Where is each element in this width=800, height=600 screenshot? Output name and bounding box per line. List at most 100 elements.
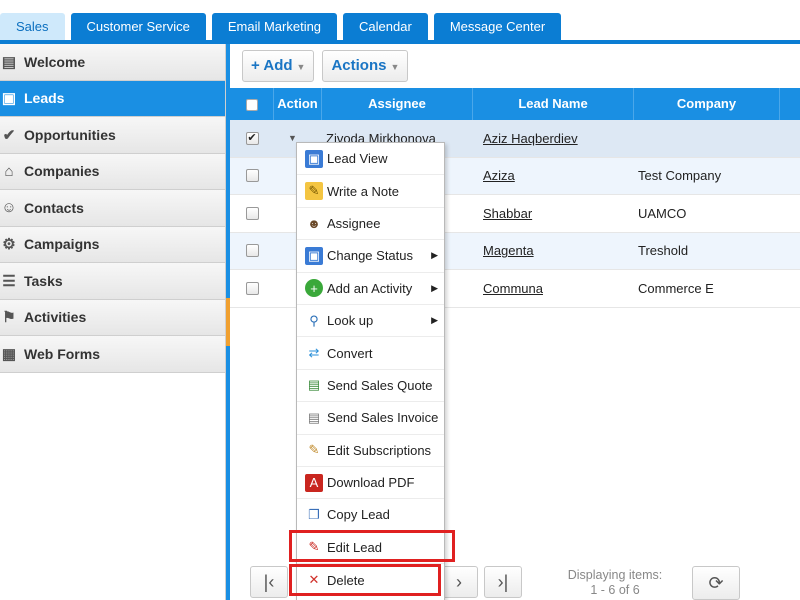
chevron-right-icon: › bbox=[456, 571, 462, 592]
edit-subscriptions-icon: ✎ bbox=[308, 442, 320, 458]
quote-icon: ▤ bbox=[307, 377, 321, 393]
company-cell bbox=[634, 120, 780, 157]
menu-item-convert[interactable]: ⇄ Convert bbox=[297, 337, 444, 370]
sidebar-item-welcome[interactable]: ▤ Welcome bbox=[0, 44, 225, 81]
menu-item-label: Copy Lead bbox=[327, 507, 390, 523]
row-checkbox[interactable] bbox=[245, 169, 259, 183]
menu-item-change-status[interactable]: ▣ Change Status ▶ bbox=[297, 240, 444, 273]
lead-name-cell: Shabbar bbox=[473, 195, 634, 232]
sidebar-item-label: Companies bbox=[24, 163, 100, 180]
magnifier-icon: ⚲ bbox=[309, 312, 319, 328]
sidebar-item-label: Campaigns bbox=[24, 236, 100, 253]
pager-info: Displaying items: 1 - 6 of 6 bbox=[560, 568, 670, 598]
sidebar-item-web-forms[interactable]: ▦ Web Forms bbox=[0, 336, 225, 373]
column-header-extra bbox=[780, 88, 800, 120]
sidebar-item-activities[interactable]: ⚑ Activities bbox=[0, 299, 225, 336]
note-icon: ✎ bbox=[305, 182, 323, 201]
row-checkbox-cell bbox=[230, 158, 274, 195]
toolbar: + Add ▼ Actions ▼ bbox=[242, 50, 409, 82]
refresh-button[interactable]: ⟳ bbox=[692, 566, 740, 600]
tab-message-center[interactable]: Message Center bbox=[433, 13, 562, 41]
column-header-company[interactable]: Company bbox=[634, 88, 780, 120]
lead-name-cell: Magenta bbox=[473, 233, 634, 270]
menu-item-label: Edit Subscriptions bbox=[327, 442, 432, 458]
sidebar-item-tasks[interactable]: ☰ Tasks bbox=[0, 263, 225, 300]
row-checkbox[interactable] bbox=[245, 244, 259, 258]
lead-name-cell: Communa bbox=[473, 270, 634, 307]
menu-item-assignee[interactable]: ☻ Assignee bbox=[297, 208, 444, 241]
menu-item-label: Lead View bbox=[327, 151, 388, 167]
delete-highlight bbox=[289, 564, 441, 596]
lead-name-link[interactable]: Communa bbox=[483, 281, 543, 296]
menu-item-download-pdf[interactable]: A Download PDF bbox=[297, 467, 444, 500]
menu-item-add-an-activity[interactable]: + Add an Activity ▶ bbox=[297, 273, 444, 305]
actions-button-label: Actions bbox=[331, 57, 387, 74]
chevron-down-icon: ▼ bbox=[390, 62, 400, 72]
lead-name-link[interactable]: Aziza bbox=[483, 168, 515, 183]
add-button[interactable]: + Add ▼ bbox=[242, 50, 315, 82]
menu-item-label: Write a Note bbox=[327, 183, 400, 199]
actions-button[interactable]: Actions ▼ bbox=[322, 50, 409, 82]
grid-header: Action Assignee Lead Name Company bbox=[230, 88, 800, 120]
menu-item-label: Convert bbox=[327, 345, 373, 361]
sidebar-item-companies[interactable]: ⌂ Companies bbox=[0, 153, 225, 190]
submenu-arrow-icon: ▶ bbox=[431, 250, 438, 261]
select-all-checkbox[interactable] bbox=[245, 98, 258, 111]
menu-item-label: Change Status bbox=[327, 248, 414, 264]
column-header-action[interactable]: Action bbox=[274, 88, 322, 120]
select-all-checkbox-cell[interactable] bbox=[230, 88, 274, 120]
row-checkbox[interactable]: ✔ bbox=[245, 131, 259, 145]
company-cell: UAMCO bbox=[638, 205, 687, 221]
row-checkbox-cell bbox=[230, 270, 274, 307]
leads-icon: ▣ bbox=[1, 90, 17, 108]
lead-name-cell: Aziz Haqberdiev bbox=[473, 120, 634, 157]
menu-item-edit-subscriptions[interactable]: ✎ Edit Subscriptions bbox=[297, 435, 444, 467]
row-checkbox[interactable] bbox=[245, 281, 259, 295]
tab-customer-service[interactable]: Customer Service bbox=[70, 13, 206, 41]
copy-icon: ❐ bbox=[308, 506, 320, 522]
last-page-button[interactable]: ›| bbox=[484, 566, 522, 598]
menu-item-send-sales-invoice[interactable]: ▤ Send Sales Invoice bbox=[297, 402, 444, 435]
sidebar-item-leads[interactable]: ▣ Leads bbox=[0, 80, 225, 117]
menu-item-write-a-note[interactable]: ✎ Write a Note bbox=[297, 175, 444, 208]
activities-icon: ⚑ bbox=[2, 309, 16, 327]
pager-info-line1: Displaying items: bbox=[567, 568, 663, 582]
column-header-lead-name[interactable]: Lead Name bbox=[473, 88, 634, 120]
invoice-icon: ▤ bbox=[307, 409, 321, 425]
menu-item-copy-lead[interactable]: ❐ Copy Lead bbox=[297, 499, 444, 532]
tab-email-marketing[interactable]: Email Marketing bbox=[211, 13, 338, 41]
sidebar-item-label: Activities bbox=[24, 309, 87, 326]
people-icon: ☺ bbox=[1, 199, 17, 217]
menu-item-label: Add an Activity bbox=[327, 280, 413, 296]
row-checkbox-cell bbox=[230, 233, 274, 270]
menu-item-lead-view[interactable]: ▣ Lead View bbox=[297, 143, 444, 176]
submenu-arrow-icon: ▶ bbox=[431, 315, 438, 326]
lead-name-link[interactable]: Shabbar bbox=[483, 206, 532, 221]
last-page-icon: ›| bbox=[497, 571, 509, 592]
menu-item-send-sales-quote[interactable]: ▤ Send Sales Quote bbox=[297, 370, 444, 403]
tasks-icon: ☰ bbox=[2, 272, 16, 290]
gear-icon: ⚙ bbox=[2, 236, 16, 254]
sidebar-item-label: Tasks bbox=[24, 272, 63, 289]
row-checkbox[interactable] bbox=[245, 206, 259, 220]
sidebar-item-opportunities[interactable]: ✔ Opportunities bbox=[0, 117, 225, 154]
top-nav-bar: Sales Customer Service Email Marketing C… bbox=[0, 0, 800, 44]
pager-info-line2: 1 - 6 of 6 bbox=[590, 583, 640, 597]
sidebar-item-label: Web Forms bbox=[24, 345, 100, 362]
menu-item-label: Send Sales Quote bbox=[327, 377, 433, 393]
sidebar-item-label: Welcome bbox=[24, 53, 86, 70]
sidebar-item-contacts[interactable]: ☺ Contacts bbox=[0, 190, 225, 227]
next-page-button[interactable]: › bbox=[440, 566, 478, 598]
company-cell: Test Company bbox=[638, 168, 722, 184]
company-cell: Commerce E bbox=[638, 280, 714, 296]
pdf-icon: A bbox=[305, 473, 323, 492]
lead-name-link[interactable]: Aziz Haqberdiev bbox=[483, 131, 578, 146]
menu-item-look-up[interactable]: ⚲ Look up ▶ bbox=[297, 305, 444, 338]
sidebar-item-campaigns[interactable]: ⚙ Campaigns bbox=[0, 226, 225, 263]
column-header-assignee[interactable]: Assignee bbox=[322, 88, 473, 120]
tab-calendar[interactable]: Calendar bbox=[343, 13, 428, 41]
first-page-button[interactable]: |‹ bbox=[250, 566, 288, 598]
chevron-down-icon: ▼ bbox=[296, 62, 306, 72]
tab-sales[interactable]: Sales bbox=[0, 13, 65, 41]
lead-name-link[interactable]: Magenta bbox=[483, 243, 534, 258]
